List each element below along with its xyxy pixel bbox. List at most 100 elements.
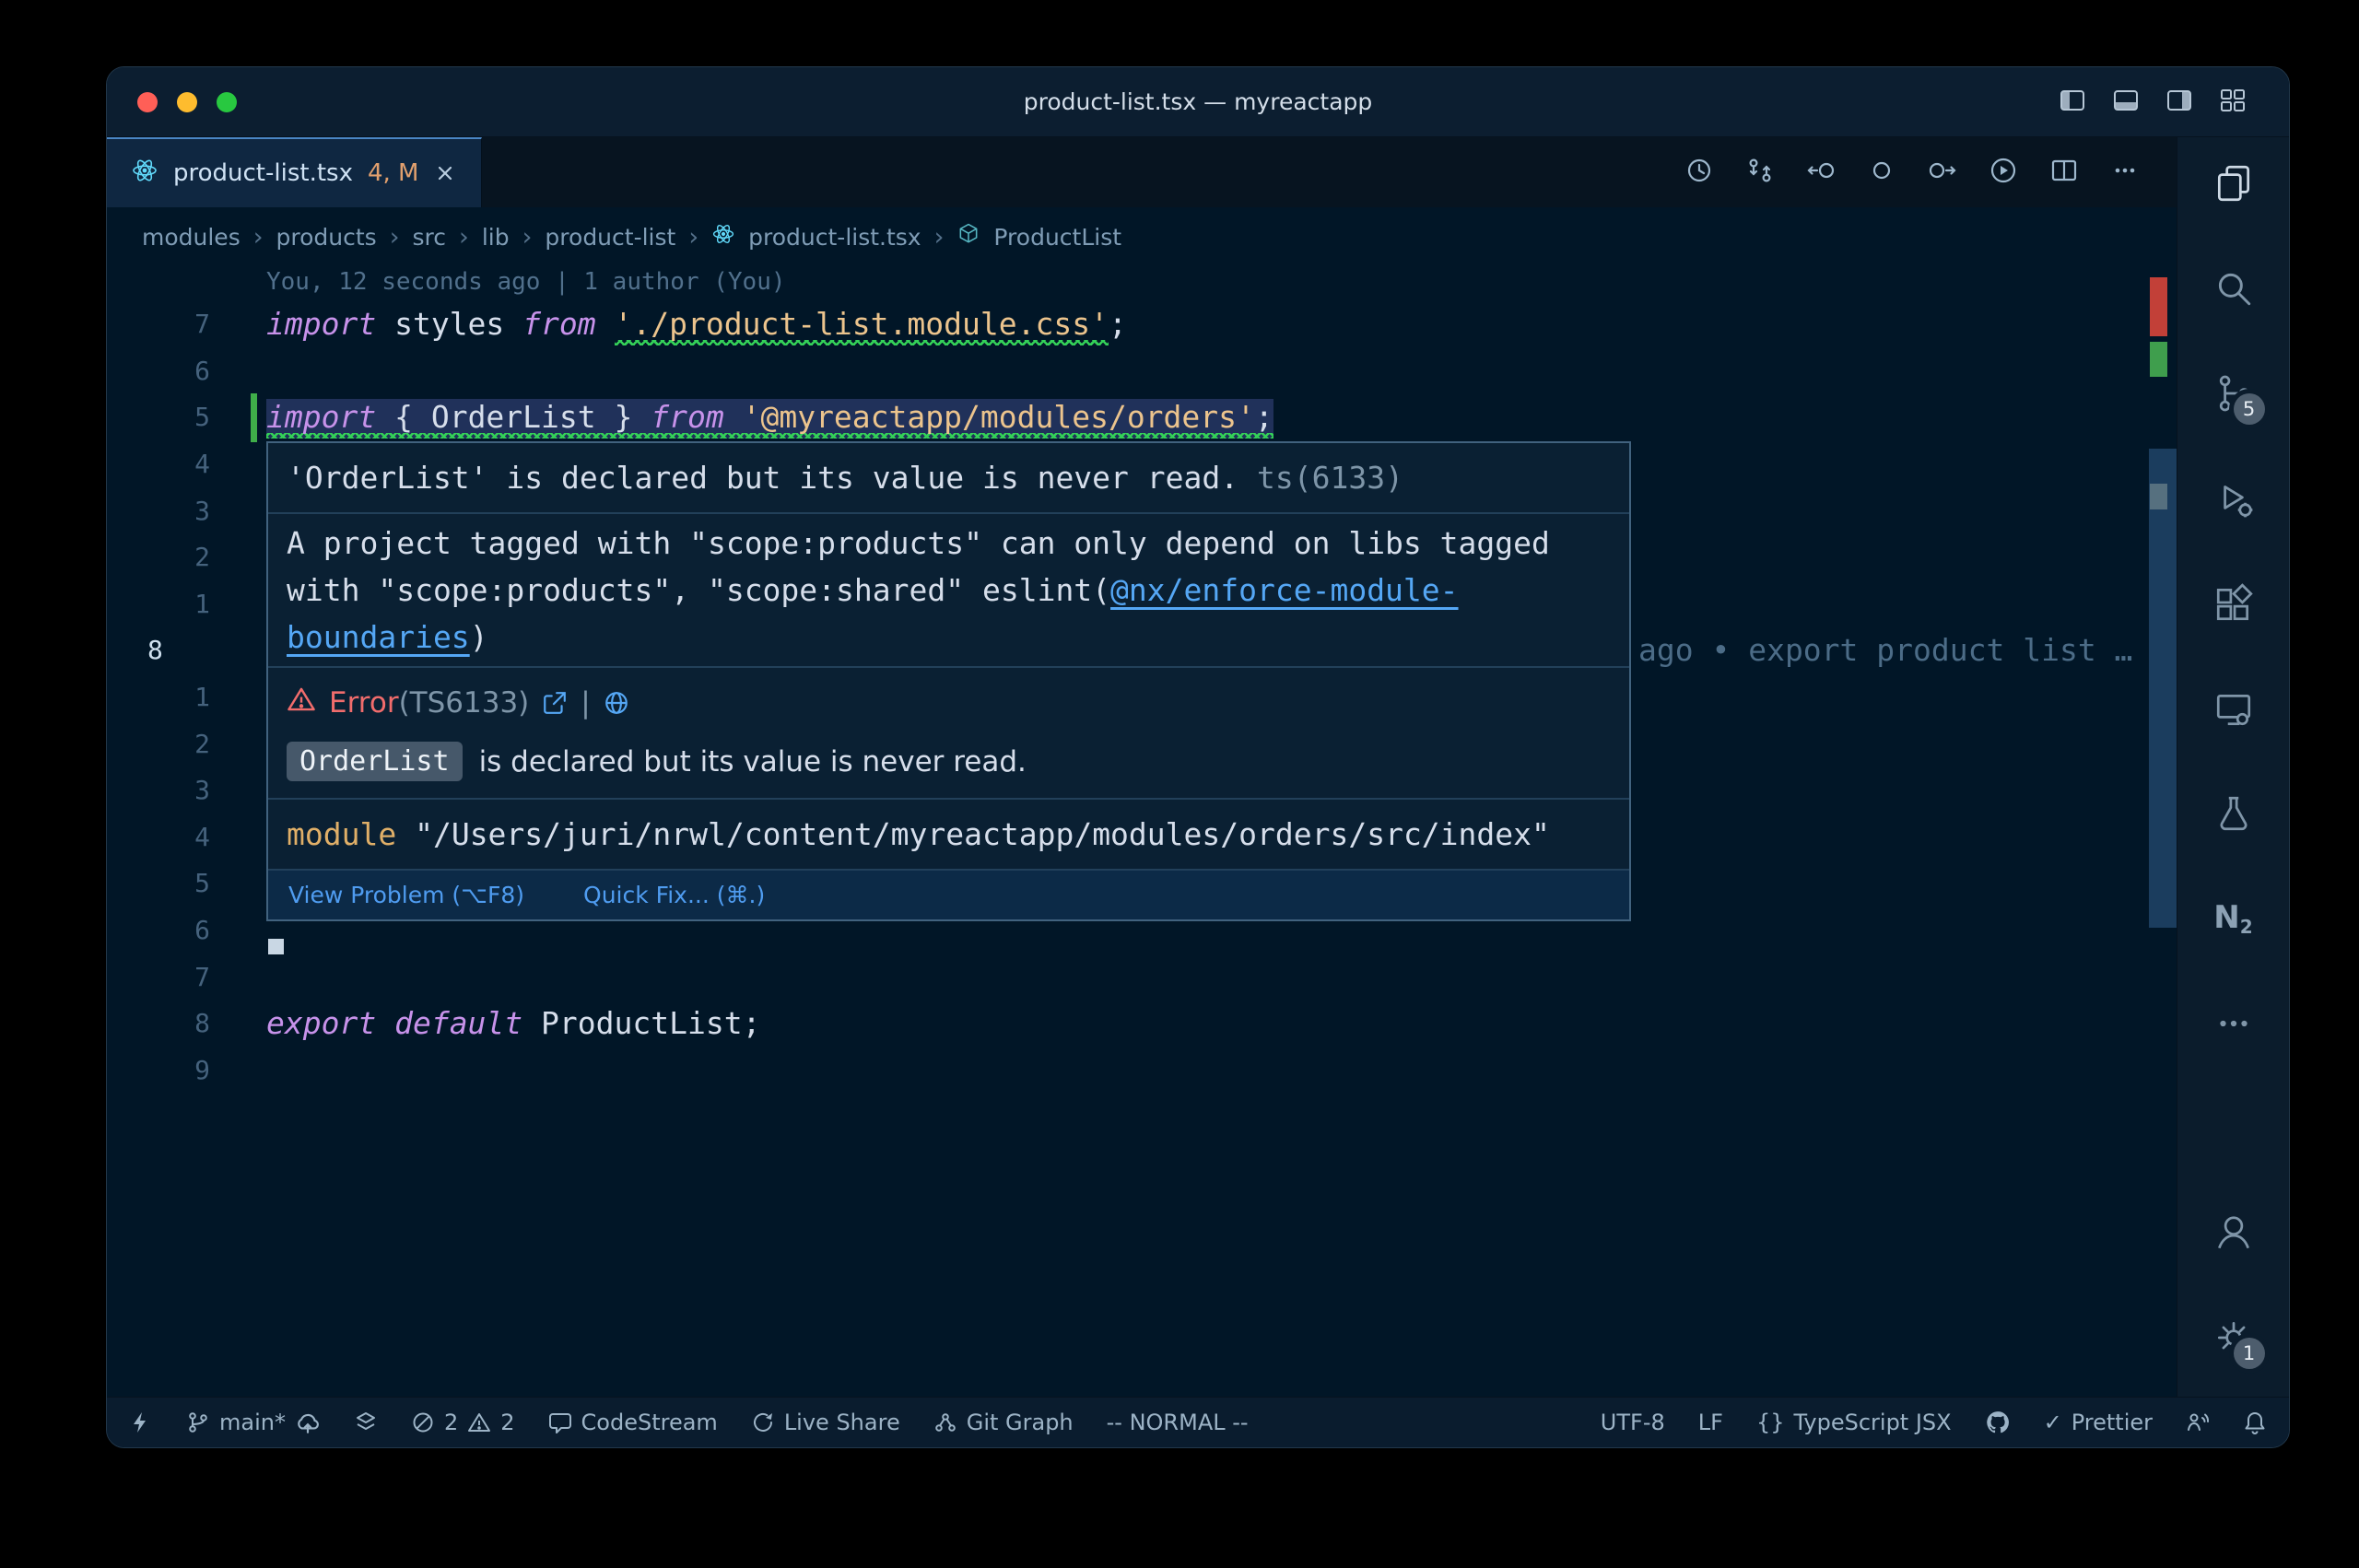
compare-changes-icon[interactable]	[1745, 156, 1775, 189]
explorer-copy-icon[interactable]	[2212, 161, 2256, 205]
toggle-sidebar-left-icon[interactable]	[2059, 87, 2086, 118]
symbol-chip: OrderList	[287, 742, 463, 781]
nx-rule-link[interactable]: boundaries	[287, 619, 470, 655]
code-line-import-styles: import styles from './product-list.modul…	[266, 300, 1127, 347]
titlebar: product-list.tsx — myreactapp	[107, 67, 2289, 137]
warning-triangle-icon	[467, 1410, 491, 1434]
eol-indicator[interactable]: LF	[1698, 1410, 1723, 1435]
breadcrumb-modules[interactable]: modules	[142, 224, 241, 251]
nx-rule-link[interactable]: @nx/enforce-module-	[1110, 572, 1459, 608]
breadcrumb-products[interactable]: products	[276, 224, 377, 251]
settings-gear-icon[interactable]: 1	[2212, 1316, 2256, 1360]
chevron-right-icon: ›	[459, 223, 469, 252]
window-title: product-list.tsx — myreactapp	[107, 88, 2289, 115]
breadcrumb-product-list-dir[interactable]: product-list	[545, 224, 675, 251]
source-control-icon[interactable]: 5	[2212, 371, 2256, 415]
settings-badge: 1	[2234, 1338, 2265, 1369]
chip-message: is declared but its value is never read.	[479, 745, 1027, 778]
tab-product-list[interactable]: product-list.tsx 4, M	[107, 137, 482, 207]
breadcrumb-src[interactable]: src	[413, 224, 447, 251]
breadcrumb-symbol[interactable]: ProductList	[993, 224, 1121, 251]
toggle-panel-icon[interactable]	[2112, 87, 2140, 118]
previous-change-icon[interactable]	[1806, 156, 1836, 189]
line-number: 4	[107, 440, 210, 487]
separator: |	[581, 686, 590, 720]
git-branch-item[interactable]: main*	[186, 1410, 321, 1435]
chevron-right-icon: ›	[522, 223, 533, 252]
search-icon[interactable]	[2212, 266, 2256, 310]
account-icon[interactable]	[2212, 1211, 2256, 1255]
next-change-icon[interactable]	[1928, 156, 1957, 189]
gitlens-codelens[interactable]: You, 12 seconds ago | 1 author (You)	[266, 268, 786, 296]
git-graph-icon	[933, 1410, 957, 1434]
vim-mode-indicator[interactable]: -- NORMAL --	[1107, 1410, 1249, 1435]
code-editor[interactable]: You, 12 seconds ago | 1 author (You) 7im…	[107, 266, 2177, 1397]
toggle-sidebar-right-icon[interactable]	[2165, 87, 2193, 118]
encoding-indicator[interactable]: UTF-8	[1601, 1410, 1665, 1435]
error-circle-icon	[411, 1410, 435, 1434]
view-problem-link[interactable]: View Problem (⌥F8)	[288, 882, 524, 908]
gitlens-inline-blame: ago • export product list …	[1638, 626, 2132, 673]
extensions-icon[interactable]	[2212, 581, 2256, 626]
overview-ruler-added-mark	[2150, 342, 2167, 377]
run-gear-icon[interactable]	[2212, 476, 2256, 521]
git-graph-item[interactable]: Git Graph	[933, 1410, 1074, 1435]
line-number: 1	[107, 673, 210, 720]
share-icon	[751, 1410, 775, 1434]
codestream-item[interactable]: CodeStream	[548, 1410, 718, 1435]
open-external-icon[interactable]	[542, 690, 568, 716]
split-editor-icon[interactable]	[2049, 156, 2079, 189]
tab-bar: product-list.tsx 4, M	[107, 137, 2177, 207]
overview-ruler-error-mark	[2150, 277, 2167, 336]
line-number: 8	[107, 1000, 210, 1047]
react-file-icon	[711, 222, 735, 252]
chevron-right-icon: ›	[253, 223, 264, 252]
close-window-button[interactable]	[137, 92, 158, 112]
warning-triangle-icon	[287, 685, 316, 721]
layers-icon[interactable]	[354, 1410, 378, 1434]
breadcrumb-file[interactable]: product-list.tsx	[748, 224, 921, 251]
notifications-bell-icon[interactable]	[2243, 1410, 2267, 1434]
quick-fix-link[interactable]: Quick Fix... (⌘.)	[583, 882, 765, 908]
traffic-lights	[137, 92, 237, 112]
code-line-import-orders: import { OrderList } from '@myreactapp/m…	[266, 393, 1273, 440]
line-number: 3	[107, 766, 210, 813]
problems-item[interactable]: 2 2	[411, 1410, 515, 1435]
tab-decoration: 4, M	[368, 159, 419, 187]
change-marker-icon[interactable]	[1867, 156, 1896, 189]
github-icon[interactable]	[1985, 1410, 2011, 1435]
error-hover-popup: 'OrderList' is declared but its value is…	[266, 441, 1631, 921]
more-actions-icon[interactable]	[2110, 156, 2140, 189]
zoom-window-button[interactable]	[217, 92, 237, 112]
globe-icon[interactable]	[604, 690, 629, 716]
gutter-change-indicator	[251, 393, 257, 442]
more-views-icon[interactable]	[2212, 1001, 2256, 1046]
prettier-item[interactable]: ✓ Prettier	[2044, 1410, 2153, 1435]
cloud-upload-icon	[295, 1410, 321, 1435]
breadcrumb: modules › products › src › lib › product…	[107, 207, 2177, 266]
remote-indicator-icon[interactable]	[129, 1410, 153, 1434]
live-share-item[interactable]: Live Share	[751, 1410, 900, 1435]
run-file-icon[interactable]	[1989, 156, 2018, 189]
status-bar: main* 2 2 CodeStream	[107, 1397, 2289, 1447]
hover-module-line: module "/Users/juri/nrwl/content/myreact…	[268, 800, 1629, 871]
remote-explorer-icon[interactable]	[2212, 686, 2256, 731]
error-label: Error	[329, 686, 399, 720]
minimize-window-button[interactable]	[177, 92, 197, 112]
layout-controls	[2059, 87, 2247, 118]
error-count: 2	[444, 1410, 458, 1435]
hover-resize-grip[interactable]	[268, 939, 284, 954]
testing-beaker-icon[interactable]	[2212, 791, 2256, 836]
timeline-history-icon[interactable]	[1684, 156, 1714, 189]
language-mode-indicator[interactable]: {} TypeScript JSX	[1756, 1410, 1952, 1435]
scm-badge: 5	[2234, 393, 2265, 425]
line-number: 6	[107, 907, 210, 954]
nx-icon[interactable]: N2	[2212, 896, 2256, 941]
tab-close-icon[interactable]	[433, 161, 457, 185]
customize-layout-icon[interactable]	[2219, 87, 2247, 118]
editor-scrollbar[interactable]	[2149, 449, 2177, 928]
chevron-right-icon: ›	[934, 223, 945, 252]
feedback-icon[interactable]	[2186, 1410, 2210, 1434]
breadcrumb-lib[interactable]: lib	[482, 224, 510, 251]
line-number: 5	[107, 860, 210, 907]
